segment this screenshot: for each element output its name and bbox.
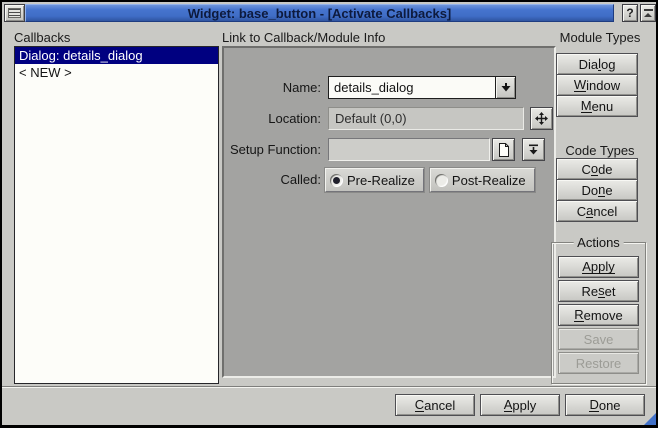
- window-menu-button[interactable]: [4, 4, 25, 22]
- new-document-icon: [498, 143, 510, 157]
- code-button[interactable]: Code: [556, 158, 638, 180]
- module-types-heading: Module Types: [550, 30, 650, 45]
- setup-function-input[interactable]: [328, 138, 490, 161]
- apply-button[interactable]: Apply: [558, 256, 639, 278]
- name-value[interactable]: details_dialog: [329, 77, 495, 98]
- code-types-heading: Code Types: [550, 143, 650, 158]
- actions-heading: Actions: [573, 235, 624, 250]
- remove-button[interactable]: Remove: [558, 304, 639, 326]
- title-bar[interactable]: Widget: base_button - [Activate Callback…: [25, 4, 614, 22]
- move-location-button[interactable]: [530, 107, 553, 130]
- cancel-button[interactable]: Cancel: [395, 394, 475, 416]
- footer-buttons: CancelApplyDone: [395, 394, 645, 416]
- radio-icon: [435, 174, 448, 187]
- dialog-window: Widget: base_button - [Activate Callback…: [0, 0, 658, 428]
- location-row: Location: Default (0,0): [226, 107, 552, 131]
- setup-function-row: Setup Function:: [226, 138, 552, 162]
- save-button: Save: [558, 328, 639, 350]
- window-button[interactable]: Window: [556, 74, 638, 96]
- radio-icon: [330, 174, 343, 187]
- callbacks-list: Dialog: details_dialog< NEW >: [14, 46, 219, 384]
- code-types-buttons: CodeDoneCancel: [556, 158, 638, 222]
- new-function-button[interactable]: [492, 138, 515, 161]
- setup-function-label: Setup Function:: [226, 138, 325, 161]
- footer-separator: [2, 386, 656, 388]
- name-row: Name: details_dialog: [226, 76, 552, 100]
- name-label: Name:: [226, 76, 325, 99]
- name-combobox[interactable]: details_dialog: [328, 76, 516, 99]
- radio-label: Post-Realize: [452, 173, 526, 188]
- called-label: Called:: [226, 168, 325, 191]
- actions-group: Actions ApplyResetRemoveSaveRestore: [551, 242, 646, 384]
- question-mark-icon: ?: [626, 6, 633, 20]
- callback-info-panel: Name: details_dialog Location: Default (…: [222, 46, 556, 378]
- module-types-buttons: DialogWindowMenu: [556, 53, 638, 117]
- radio-pre-realize[interactable]: Pre-Realize: [325, 168, 424, 192]
- chevron-down-icon: [501, 83, 511, 92]
- radio-label: Pre-Realize: [347, 173, 415, 188]
- cancel-button[interactable]: Cancel: [556, 200, 638, 222]
- restore-button: Restore: [558, 352, 639, 374]
- info-heading: Link to Callback/Module Info: [222, 30, 385, 45]
- shade-button[interactable]: [640, 4, 656, 22]
- shade-icon: [644, 9, 653, 17]
- reset-button[interactable]: Reset: [558, 280, 639, 302]
- location-field[interactable]: Default (0,0): [328, 107, 524, 130]
- callback-list-item[interactable]: Dialog: details_dialog: [15, 47, 218, 64]
- menu-button[interactable]: Menu: [556, 95, 638, 117]
- name-dropdown-button[interactable]: [495, 77, 515, 98]
- called-row: Called: Pre-Realize Post-Realize: [226, 168, 552, 193]
- called-radio-group: Pre-Realize Post-Realize: [325, 168, 535, 192]
- down-from-bar-icon: [527, 143, 540, 156]
- apply-button[interactable]: Apply: [480, 394, 560, 416]
- callbacks-heading: Callbacks: [14, 30, 70, 45]
- pick-function-button[interactable]: [522, 138, 545, 161]
- location-label: Location:: [226, 107, 325, 130]
- resize-grip[interactable]: [644, 413, 656, 425]
- actions-buttons: ApplyResetRemoveSaveRestore: [558, 256, 639, 374]
- window-menu-icon: [8, 8, 21, 18]
- move-icon: [534, 111, 549, 126]
- dialog-button[interactable]: Dialog: [556, 53, 638, 75]
- help-button[interactable]: ?: [622, 4, 638, 22]
- done-button[interactable]: Done: [556, 179, 638, 201]
- done-button[interactable]: Done: [565, 394, 645, 416]
- callback-list-item[interactable]: < NEW >: [15, 64, 218, 81]
- window-title: Widget: base_button - [Activate Callback…: [188, 6, 452, 21]
- radio-post-realize[interactable]: Post-Realize: [430, 168, 535, 192]
